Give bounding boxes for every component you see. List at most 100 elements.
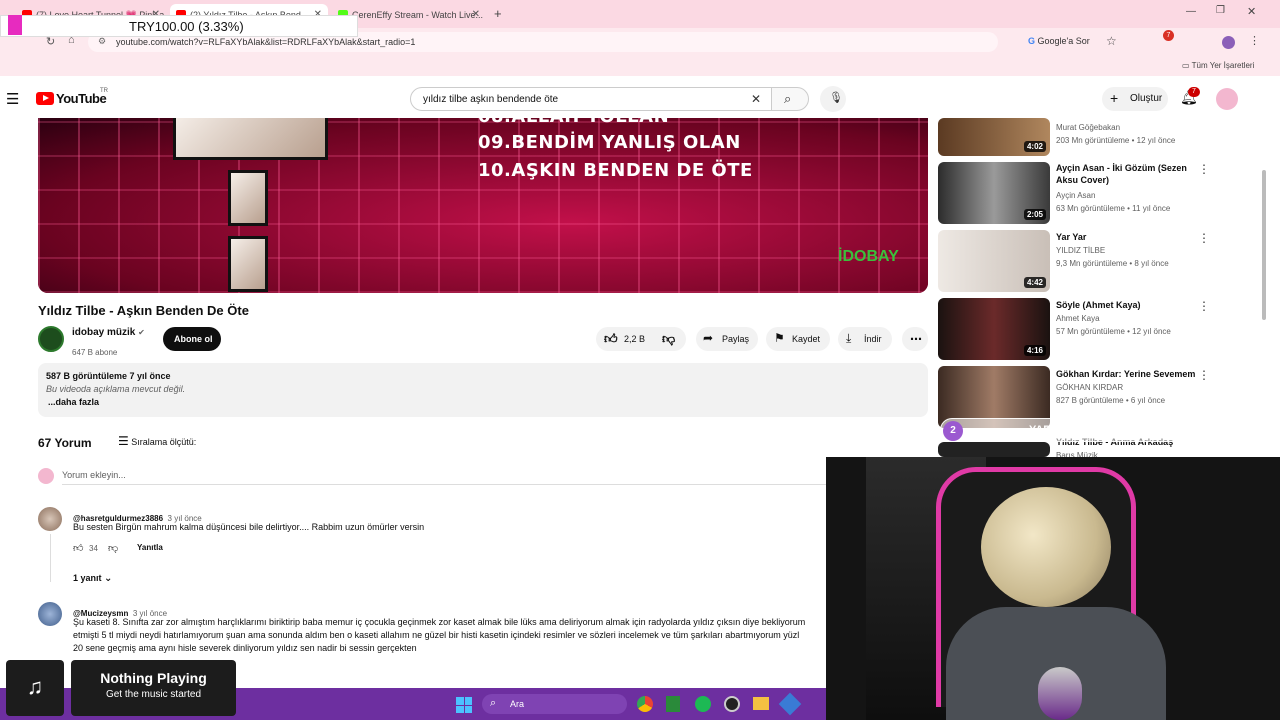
comment-dislike-icon[interactable]: 👎︎ — [108, 542, 118, 554]
all-bookmarks-button[interactable]: ▭ Tüm Yer İşaretleri — [1182, 61, 1254, 70]
comment-text: Bu sesten Birgün mahrum kalma düşüncesi … — [73, 522, 425, 532]
recommendation-title[interactable]: Ayçin Asan - İki Gözüm (Sezen Aksu Cover… — [1056, 162, 1191, 186]
reply-button[interactable]: Yanıtla — [137, 543, 163, 552]
add-comment-input[interactable]: Yorum ekleyin... — [62, 470, 126, 480]
no-description-text: Bu videoda açıklama mevcut değil. — [46, 384, 186, 394]
recommendation-thumbnail[interactable]: 4:42 — [938, 230, 1050, 292]
more-options-icon[interactable]: ⋮ — [1198, 162, 1210, 176]
taskbar-search[interactable]: ⌕ Ara — [482, 694, 627, 714]
comment-like-icon[interactable]: 👍︎ — [73, 542, 83, 554]
hamburger-menu-icon[interactable]: ☰ — [6, 90, 19, 108]
sidebar-scrollbar[interactable] — [1262, 170, 1266, 320]
video-duration: 4:42 — [1023, 277, 1046, 288]
google-ask-button[interactable]: G Google'a Sor — [1028, 36, 1090, 46]
recommendation-title[interactable]: Söyle (Ahmet Kaya) — [1056, 299, 1191, 311]
more-options-icon[interactable]: ⋮ — [1198, 231, 1210, 245]
account-avatar[interactable] — [1216, 88, 1238, 110]
channel-avatar[interactable] — [38, 326, 64, 352]
chevron-down-icon: ⌄ — [104, 573, 113, 584]
playlist-song-text: YAPTIRCAZ TIRNAKLARINI — [1029, 424, 1173, 436]
playlist-now-playing-banner: 2 YAPTIRCAZ TIRNAKLARINI 25 — [940, 418, 1274, 442]
more-options-icon[interactable]: ⋮ — [1198, 299, 1210, 313]
more-actions-icon[interactable]: ⋯ — [902, 327, 928, 351]
app-icon[interactable] — [666, 696, 680, 712]
clear-search-icon[interactable]: ✕ — [751, 92, 761, 106]
search-icon: ⌕ — [490, 697, 497, 709]
video-duration: 4:16 — [1023, 345, 1046, 356]
save-button[interactable]: ⚑ Kaydet — [766, 327, 830, 351]
recommendation-thumbnail[interactable]: 2:05 — [938, 162, 1050, 224]
track-list-item: 10.AŞKIN BENDEN DE ÖTE — [478, 160, 753, 181]
download-button[interactable]: ⤓ İndir — [838, 327, 892, 351]
recommendation-channel[interactable]: GÖKHAN KIRDAR — [1056, 383, 1123, 392]
dislike-button-icon[interactable]: 👎︎ — [662, 331, 675, 347]
now-playing-widget: Nothing Playing Get the music started — [71, 660, 236, 716]
recommendation-thumbnail[interactable]: 4:16 — [938, 298, 1050, 360]
close-tab-icon[interactable]: ✕ — [472, 9, 480, 20]
sort-comments-button[interactable]: ☰ Sıralama ölçütü: — [118, 434, 196, 448]
create-button[interactable]: + Oluştur — [1102, 87, 1168, 111]
search-value: yıldız tilbe aşkın bendende öte — [423, 94, 559, 105]
sort-icon: ☰ — [118, 434, 129, 448]
browser-menu-icon[interactable]: ⋮ — [1249, 34, 1260, 47]
video-player[interactable]: 08.ALLAH YOLLAN 09.BENDİM YANLIŞ OLAN 10… — [38, 118, 928, 293]
windows-start-icon[interactable] — [456, 697, 472, 713]
user-avatar — [38, 468, 54, 484]
commenter-avatar[interactable] — [38, 507, 62, 531]
more-options-icon[interactable]: ⋮ — [1198, 368, 1210, 382]
subscriber-count-text: 647 B abone — [72, 348, 118, 357]
youtube-logo-text[interactable]: YouTube — [56, 91, 107, 106]
person-head — [981, 487, 1111, 607]
chrome-icon[interactable] — [637, 696, 653, 712]
like-button-icon[interactable]: 👍︎ — [604, 331, 618, 347]
voice-search-button[interactable]: 🎙︎ — [820, 86, 846, 112]
subscribe-button[interactable]: Abone ol — [163, 327, 221, 351]
recommendation-thumbnail[interactable] — [938, 442, 1050, 457]
recommendation-meta: 57 Mn görüntüleme • 12 yıl önce — [1056, 327, 1171, 336]
recommendation-title[interactable]: Yar Yar — [1056, 231, 1191, 243]
recommendation-title[interactable]: Gökhan Kırdar: Yerine Sevemem — [1056, 368, 1206, 380]
download-icon: ⤓ — [846, 331, 852, 345]
bookmark-icon: ⚑ — [774, 331, 785, 345]
bookmark-star-icon[interactable]: ☆ — [1106, 34, 1117, 48]
create-label: Oluştur — [1130, 93, 1163, 104]
show-more-link[interactable]: ...daha fazla — [48, 397, 99, 407]
search-input[interactable]: yıldız tilbe aşkın bendende öte ✕ — [410, 87, 772, 111]
file-explorer-icon[interactable] — [753, 697, 769, 710]
minimize-icon[interactable]: — — [1186, 6, 1196, 17]
profile-avatar[interactable] — [1222, 36, 1235, 49]
overlay-accent — [8, 15, 22, 35]
recommendation-thumbnail[interactable]: 4:02 — [938, 118, 1050, 156]
description-box[interactable]: 587 B görüntüleme 7 yıl önce Bu videoda … — [38, 363, 928, 417]
youtube-logo-icon[interactable] — [36, 92, 54, 105]
maximize-icon[interactable]: ❐ — [1216, 5, 1225, 16]
album-photo — [228, 170, 268, 226]
download-label: İndir — [864, 334, 882, 344]
extension-badge: 7 — [1163, 30, 1174, 41]
new-tab-icon[interactable]: + — [494, 6, 502, 21]
channel-name[interactable]: idobay müzik ✔ — [72, 327, 145, 338]
commenter-avatar[interactable] — [38, 602, 62, 626]
comment-count: 67 Yorum — [38, 436, 92, 450]
obs-icon[interactable] — [724, 696, 740, 712]
recommendation-channel[interactable]: Murat Göğebakan — [1056, 123, 1120, 132]
recommendation-channel[interactable]: Ayçin Asan — [1056, 191, 1095, 200]
site-info-icon[interactable]: ⚙ — [98, 36, 106, 47]
close-window-icon[interactable]: ✕ — [1247, 5, 1256, 18]
recommendation-channel[interactable]: YILDIZ TİLBE — [1056, 246, 1105, 255]
price-text: TRY100.00 (3.33%) — [129, 19, 244, 34]
google-ask-label: Google'a Sor — [1037, 36, 1090, 46]
google-lens-icon: G — [1028, 36, 1036, 46]
app-icon[interactable] — [778, 692, 802, 716]
now-playing-title: Nothing Playing — [100, 670, 207, 686]
recommendation-channel[interactable]: Ahmet Kaya — [1056, 314, 1100, 323]
notification-count-badge: 7 — [1188, 87, 1200, 97]
share-button[interactable]: ➦ Paylaş — [696, 327, 758, 351]
search-button[interactable]: ⌕ — [771, 87, 809, 111]
plus-icon: + — [1110, 90, 1119, 106]
verified-icon: ✔ — [138, 328, 145, 337]
video-duration: 4:02 — [1023, 141, 1046, 152]
spotify-icon[interactable] — [695, 696, 711, 712]
track-list-item: 08.ALLAH YOLLAN — [478, 118, 669, 127]
view-replies-button[interactable]: 1 yanıt ⌄ — [73, 573, 112, 584]
